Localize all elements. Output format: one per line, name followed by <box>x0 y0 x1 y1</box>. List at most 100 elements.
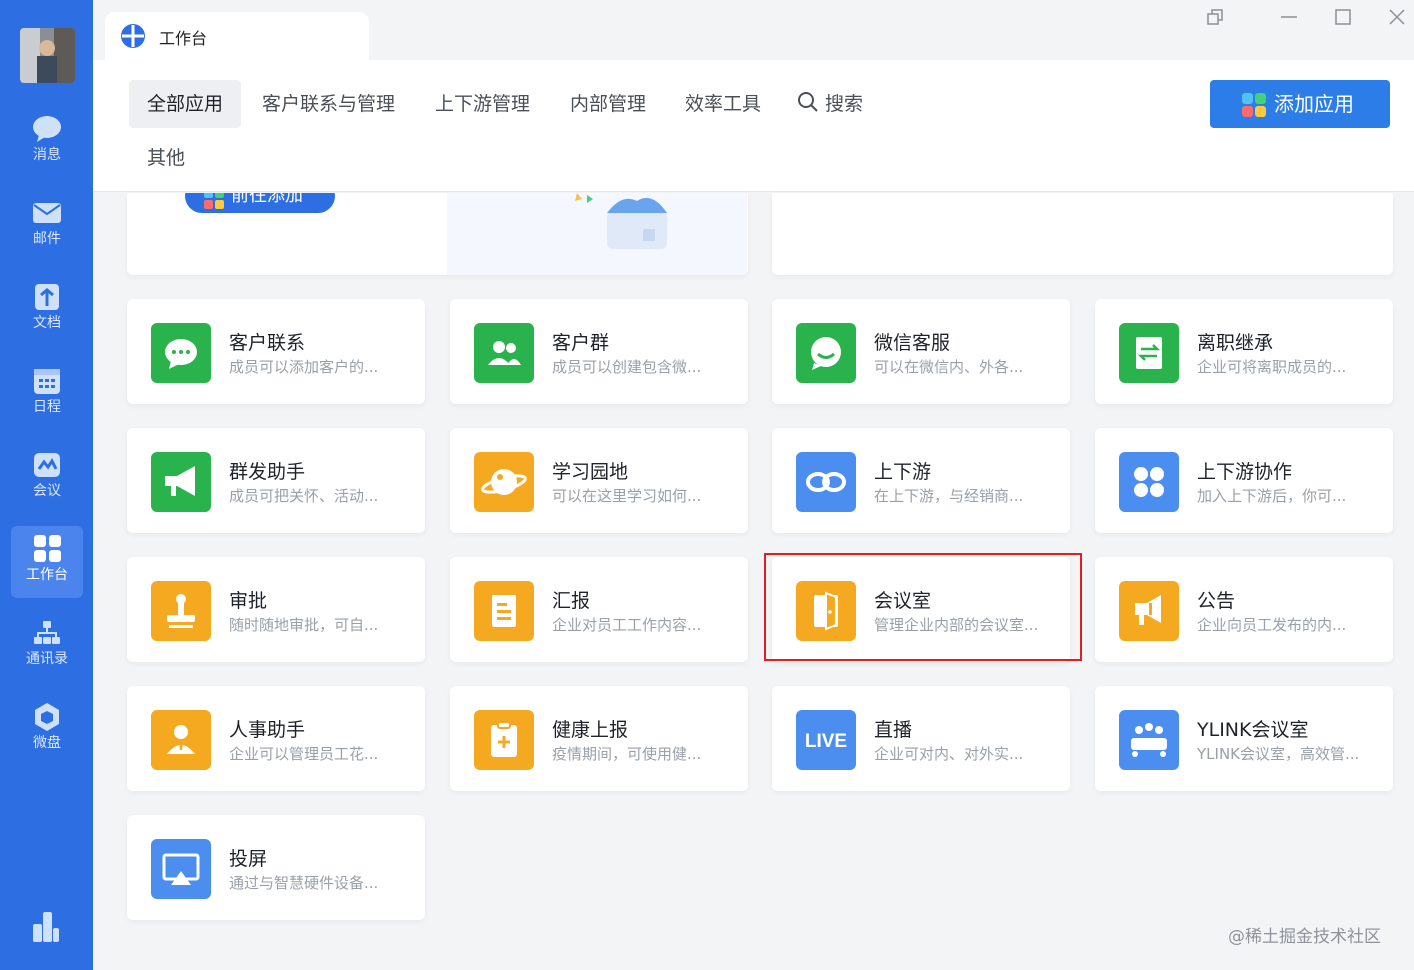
app-card[interactable]: 学习园地可以在这里学习如何... <box>450 428 748 533</box>
tab-customer[interactable]: 客户联系与管理 <box>244 80 413 128</box>
sidebar-item-calendar[interactable]: 日程 <box>11 358 83 430</box>
close-icon[interactable] <box>1386 6 1408 28</box>
app-name: 客户群 <box>552 332 610 354</box>
app-card[interactable]: 人事助手 企业可以管理员工花... <box>127 686 425 791</box>
app-name: 客户联系 <box>229 332 306 354</box>
app-card[interactable]: 健康上报疫情期间，可使用健... <box>450 686 748 791</box>
health-clipboard-icon <box>474 710 534 770</box>
app-card[interactable]: YLINK会议室 YLINK会议室，高效管... <box>1095 686 1393 791</box>
planet-icon <box>474 452 534 512</box>
workbench-logo-icon <box>121 24 145 48</box>
app-name: 离职继承 <box>1197 332 1274 354</box>
restore-icon[interactable] <box>1205 6 1227 28</box>
sidebar-item-messages[interactable]: 消息 <box>11 106 83 178</box>
app-description: 加入上下游后，你可... <box>1197 487 1347 505</box>
app-name: 学习园地 <box>552 461 629 483</box>
app-card[interactable]: 上下游在上下游，与经销商... <box>772 428 1070 533</box>
sidebar-item-label: 日程 <box>33 399 61 415</box>
calendar-icon <box>34 369 60 394</box>
window-tab[interactable]: 工作台 <box>105 12 369 60</box>
app-name: 上下游 <box>874 461 932 483</box>
banner-right <box>772 193 1393 275</box>
go-add-button[interactable]: 前往添加 <box>185 193 335 213</box>
app-card[interactable]: 离职继承企业可将离职成员的... <box>1095 299 1393 404</box>
sidebar-item-contacts[interactable]: 通讯录 <box>11 610 83 682</box>
app-name: 汇报 <box>552 590 591 612</box>
search-label: 搜索 <box>825 93 864 115</box>
app-name: 上下游协作 <box>1197 461 1293 483</box>
conference-icon <box>1119 710 1179 770</box>
app-card[interactable]: 微信客服可以在微信内、外各... <box>772 299 1070 404</box>
hr-person-icon <box>151 710 211 770</box>
link-icon <box>796 452 856 512</box>
tab-title: 工作台 <box>159 29 208 48</box>
watermark: @稀土掘金技术社区 <box>1228 927 1381 947</box>
sidebar-item-label: 微盘 <box>33 735 61 751</box>
stamp-icon <box>151 581 211 641</box>
app-card[interactable]: 汇报企业对员工工作内容... <box>450 557 748 662</box>
banner-decoration <box>1042 193 1132 199</box>
app-description: 通过与智慧硬件设备... <box>229 874 379 892</box>
app-description: 疫情期间，可使用健... <box>552 745 702 763</box>
sidebar-item-workbench[interactable]: 工作台 <box>11 526 83 598</box>
apps-grid-icon <box>1242 93 1266 117</box>
app-card[interactable]: 上下游协作加入上下游后，你可... <box>1095 428 1393 533</box>
app-description: 可以在这里学习如何... <box>552 487 702 505</box>
tab-supply-chain[interactable]: 上下游管理 <box>417 80 548 128</box>
app-name: 微信客服 <box>874 332 951 354</box>
search-button[interactable]: 搜索 <box>797 80 863 128</box>
app-card[interactable]: 审批 随时随地审批，可自... <box>127 557 425 662</box>
sidebar-item-label: 文档 <box>33 315 61 331</box>
app-card[interactable]: 公告 企业向员工发布的内... <box>1095 557 1393 662</box>
wechat-service-icon <box>796 323 856 383</box>
svg-text:LIVE: LIVE <box>805 731 847 752</box>
app-description: 企业对员工工作内容... <box>552 616 702 634</box>
report-icon <box>474 581 534 641</box>
apps-grid-icon <box>1119 452 1179 512</box>
sidebar-item-mail[interactable]: 邮件 <box>11 190 83 262</box>
app-name: YLINK会议室 <box>1197 719 1309 741</box>
app-description: 可以在微信内、外各... <box>874 358 1024 376</box>
contacts-icon <box>34 621 60 644</box>
tab-internal[interactable]: 内部管理 <box>552 80 664 128</box>
sidebar-item-drive[interactable]: 微盘 <box>11 694 83 766</box>
app-description: 企业可将离职成员的... <box>1197 358 1347 376</box>
apps-grid-icon <box>204 193 224 209</box>
workbench-icon <box>34 535 61 562</box>
tab-efficiency[interactable]: 效率工具 <box>667 80 779 128</box>
selection-highlight <box>764 553 1082 661</box>
app-card[interactable]: 群发助手 成员可把关怀、活动... <box>127 428 425 533</box>
app-name: 健康上报 <box>552 719 629 741</box>
mail-icon <box>33 203 61 223</box>
sidebar-item-meeting[interactable]: 会议 <box>11 442 83 514</box>
add-app-button[interactable]: 添加应用 <box>1210 80 1390 128</box>
avatar[interactable] <box>20 28 75 83</box>
app-description: 随时随地审批，可自... <box>229 616 379 634</box>
app-description: YLINK会议室，高效管... <box>1197 745 1360 763</box>
maximize-icon[interactable] <box>1332 6 1354 28</box>
app-card[interactable]: 客户联系成员可以添加客户的... <box>127 299 425 404</box>
tab-other[interactable]: 其他 <box>129 134 203 182</box>
sidebar-item-docs[interactable]: 文档 <box>11 274 83 346</box>
tab-all-apps[interactable]: 全部应用 <box>129 80 242 128</box>
category-header: 全部应用 客户联系与管理 上下游管理 内部管理 效率工具 搜索 其他 添加应用 <box>93 60 1414 192</box>
megaphone-icon <box>151 452 211 512</box>
doc-icon <box>35 284 59 310</box>
app-description: 在上下游，与经销商... <box>874 487 1024 505</box>
banner-illustration <box>447 193 747 275</box>
app-card[interactable]: LIVE 直播 企业可对内、对外实... <box>772 686 1070 791</box>
more-apps-icon[interactable] <box>31 910 61 948</box>
app-description: 企业向员工发布的内... <box>1197 616 1347 634</box>
app-card[interactable]: 客户群 成员可以创建包含微... <box>450 299 748 404</box>
app-name: 投屏 <box>229 848 268 870</box>
app-description: 企业可对内、对外实... <box>874 745 1024 763</box>
go-add-label: 前往添加 <box>231 193 303 206</box>
add-app-label: 添加应用 <box>1274 92 1354 116</box>
app-card[interactable]: 投屏通过与智慧硬件设备... <box>127 815 425 920</box>
app-description: 成员可以添加客户的... <box>229 358 379 376</box>
minimize-icon[interactable] <box>1278 6 1300 28</box>
app-list: 前往添加 客户联系 成员可以添加客户的... 客户群 成员可以创建包含微... 微信客服… <box>93 193 1414 970</box>
live-icon: LIVE <box>796 710 856 770</box>
app-name: 群发助手 <box>229 461 306 483</box>
app-name: 人事助手 <box>229 719 306 741</box>
